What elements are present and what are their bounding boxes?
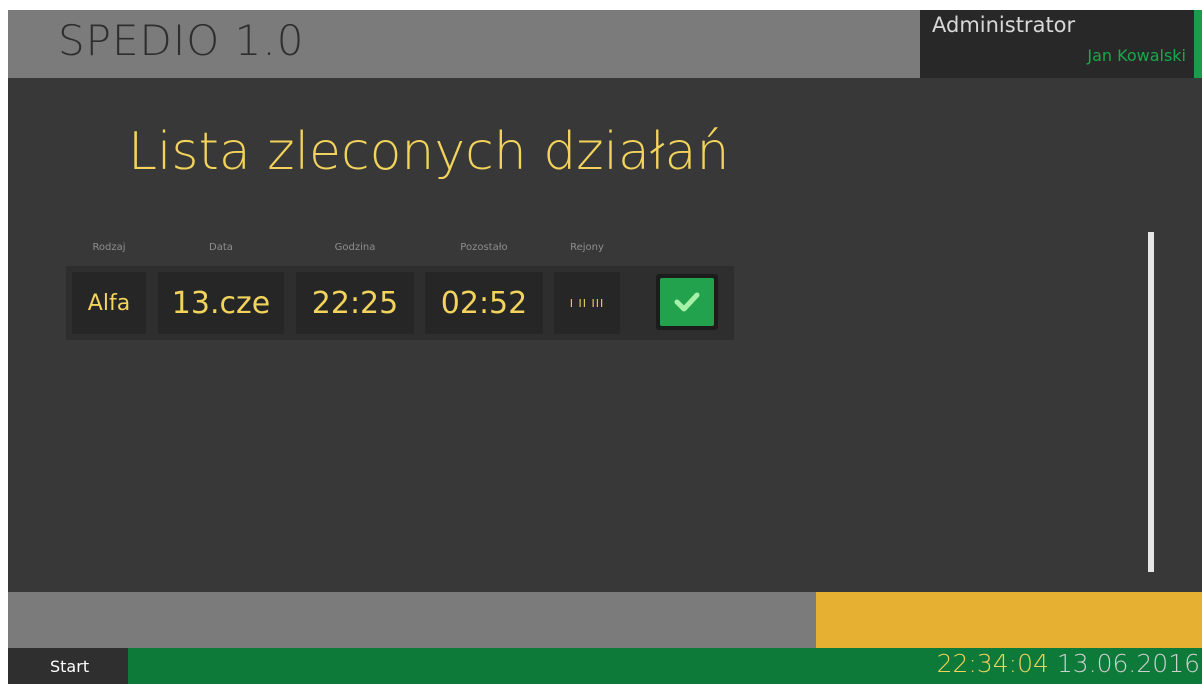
app-screen: SPEDIO 1.0 Administrator Jan Kowalski Li… <box>8 10 1202 684</box>
app-title: SPEDIO 1.0 <box>58 16 305 65</box>
confirm-button-face <box>660 278 714 326</box>
cell-data: 13.cze <box>158 272 284 334</box>
alert-bar <box>816 592 1202 648</box>
user-panel[interactable]: Administrator Jan Kowalski <box>920 10 1194 78</box>
confirm-button[interactable] <box>656 274 718 330</box>
header-bar: SPEDIO 1.0 <box>8 10 920 78</box>
cell-rodzaj: Alfa <box>72 272 146 334</box>
start-button[interactable]: Start <box>8 648 128 684</box>
column-header-data: Data <box>209 242 233 253</box>
user-role: Administrator <box>932 13 1076 37</box>
clock: 22:34:04 13.06.2016 <box>937 649 1200 678</box>
cell-pozostalo: 02:52 <box>425 272 543 334</box>
page-title: Lista zleconych działań <box>128 122 730 182</box>
scrollbar[interactable] <box>1148 232 1154 572</box>
user-name: Jan Kowalski <box>1087 46 1186 65</box>
checkmark-icon <box>674 292 700 312</box>
column-header-rodzaj: Rodzaj <box>92 242 126 253</box>
column-header-pozostalo: Pozostało <box>460 242 508 253</box>
info-bar <box>8 592 816 648</box>
clock-time: 22:34:04 <box>936 649 1049 678</box>
cell-rejony: I II III <box>554 272 620 334</box>
cell-godzina: 22:25 <box>296 272 414 334</box>
clock-date: 13.06.2016 <box>1056 649 1200 678</box>
column-header-godzina: Godzina <box>334 242 376 253</box>
user-status-indicator <box>1194 10 1202 78</box>
taskbar: Start 22:34:04 13.06.2016 <box>8 648 1202 684</box>
column-header-rejony: Rejony <box>570 242 604 253</box>
